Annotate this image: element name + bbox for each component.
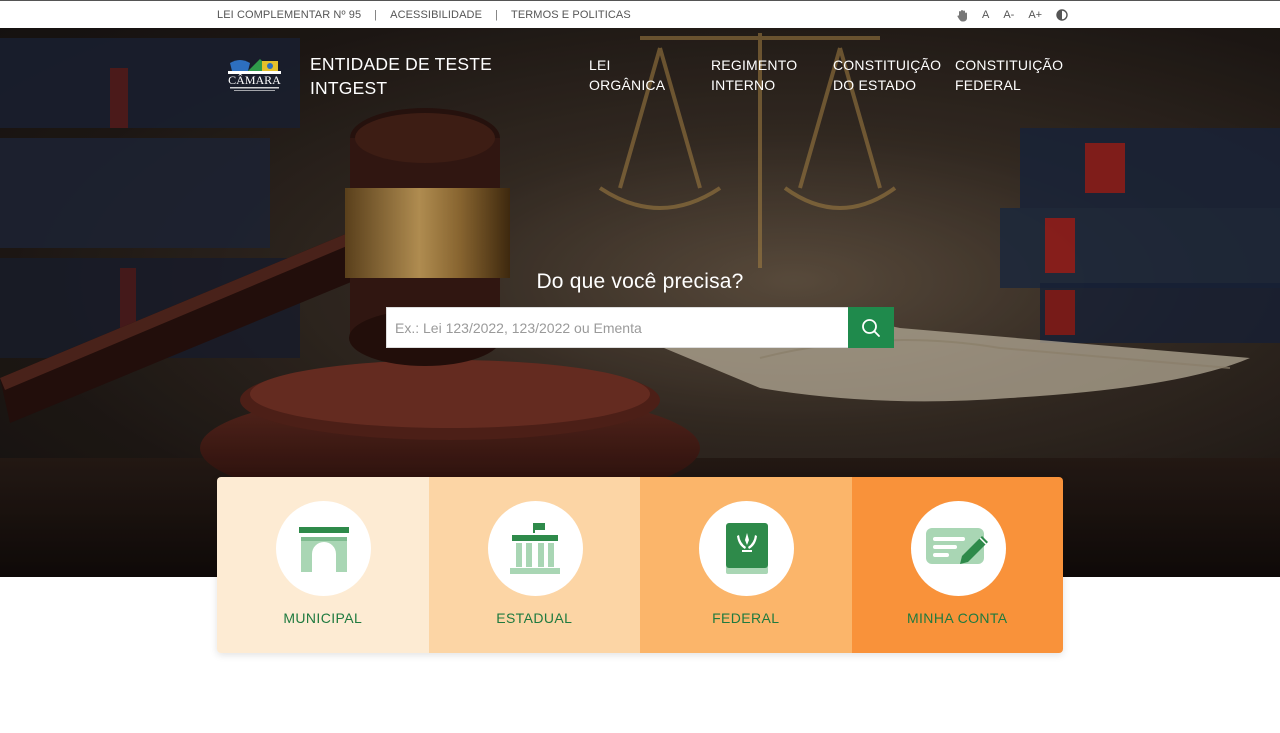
- nav-label-line2: ORGÂNICA: [589, 77, 666, 93]
- nav-lei-organica[interactable]: LEI ORGÂNICA: [589, 55, 665, 95]
- edit-document-icon: [926, 527, 988, 564]
- link-lei-complementar[interactable]: LEI COMPLEMENTAR Nº 95: [217, 9, 361, 21]
- search-heading: Do que você precisa?: [536, 270, 744, 293]
- nav-label-line1: LEI: [589, 57, 611, 73]
- logo-text: CÂMARA: [228, 73, 281, 87]
- card-label: ESTADUAL: [496, 610, 573, 626]
- category-cards: MUNICIPAL ESTADUAL FEDERAL MINHA CONTA: [217, 477, 1063, 653]
- card-icon-circle: [910, 501, 1006, 596]
- card-minha-conta[interactable]: MINHA CONTA: [851, 477, 1063, 653]
- search-button[interactable]: [848, 307, 894, 348]
- card-municipal[interactable]: MUNICIPAL: [217, 477, 429, 653]
- card-icon-circle: [487, 501, 583, 596]
- nav-regimento-interno[interactable]: REGIMENTO INTERNO: [711, 55, 797, 95]
- card-label: FEDERAL: [712, 610, 780, 626]
- city-gate-icon: [298, 526, 349, 572]
- card-icon-circle: [699, 501, 794, 596]
- nav-constituicao-estado[interactable]: CONSTITUIÇÃO DO ESTADO: [833, 55, 941, 95]
- font-decrease-button[interactable]: A-: [1003, 8, 1014, 22]
- government-building-icon: [510, 522, 560, 574]
- link-termos-politicas[interactable]: TERMOS E POLITICAS: [511, 9, 631, 21]
- nav-label-line1: CONSTITUIÇÃO: [955, 57, 1064, 73]
- card-icon-circle: [276, 501, 371, 596]
- font-increase-button[interactable]: A+: [1028, 8, 1042, 22]
- nav-label-line1: REGIMENTO: [711, 57, 798, 73]
- search-icon: [862, 318, 880, 337]
- nav-label-line1: CONSTITUIÇÃO: [833, 57, 942, 73]
- nav-constituicao-federal[interactable]: CONSTITUIÇÃO FEDERAL: [955, 55, 1063, 95]
- card-label: MUNICIPAL: [283, 610, 363, 626]
- card-federal[interactable]: FEDERAL: [640, 477, 852, 653]
- law-book-icon: [725, 522, 768, 574]
- site-title-line2: INTGEST: [310, 78, 388, 98]
- top-bar: LEI COMPLEMENTAR Nº 95 | ACESSIBILIDADE …: [0, 0, 1280, 28]
- camara-logo[interactable]: CÂMARA: [226, 57, 283, 93]
- hand-icon[interactable]: [957, 9, 968, 22]
- separator: |: [495, 9, 498, 21]
- site-title[interactable]: ENTIDADE DE TESTE INTGEST: [310, 52, 492, 100]
- separator: |: [374, 9, 378, 21]
- site-title-line1: ENTIDADE DE TESTE: [310, 54, 492, 74]
- contrast-icon[interactable]: [1056, 9, 1068, 21]
- nav-label-line2: DO ESTADO: [833, 77, 917, 93]
- top-links: LEI COMPLEMENTAR Nº 95 | ACESSIBILIDADE …: [217, 9, 631, 21]
- card-label: MINHA CONTA: [906, 610, 1008, 626]
- font-normal-button[interactable]: A: [982, 8, 989, 22]
- card-estadual[interactable]: ESTADUAL: [428, 477, 640, 653]
- nav-label-line2: INTERNO: [711, 77, 776, 93]
- search-input[interactable]: [386, 307, 849, 348]
- nav-label-line2: FEDERAL: [955, 77, 1021, 93]
- link-acessibilidade[interactable]: ACESSIBILIDADE: [390, 9, 482, 21]
- accessibility-tools: A A- A+: [957, 8, 1082, 22]
